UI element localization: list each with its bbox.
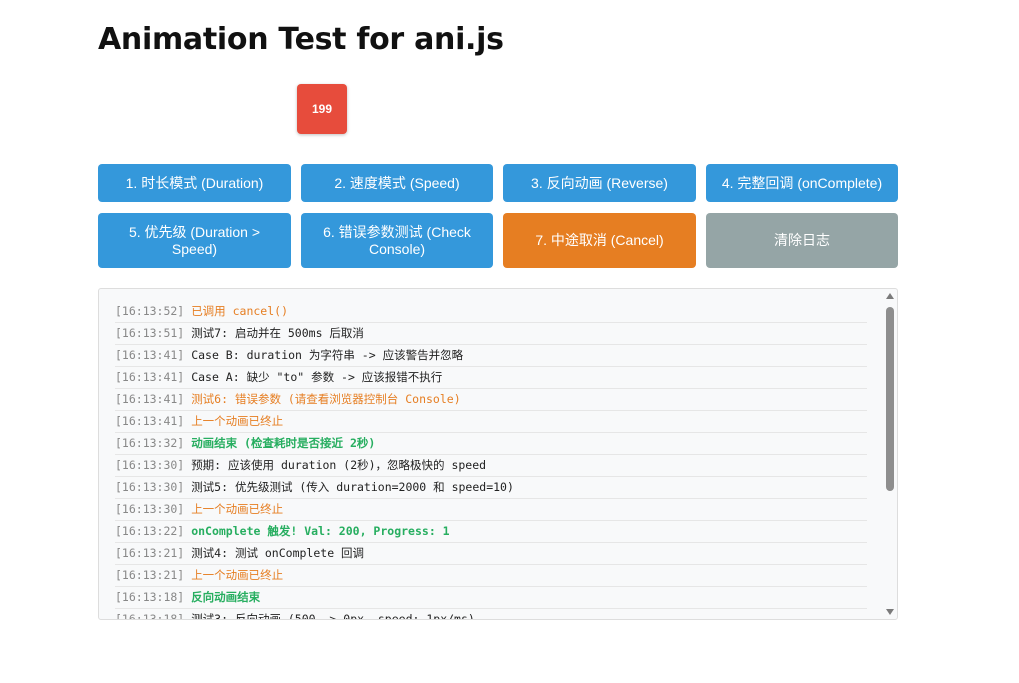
log-timestamp: [16:13:41] (115, 348, 185, 362)
speed-mode-button[interactable]: 2. 速度模式 (Speed) (301, 164, 493, 202)
log-message: 测试4: 测试 onComplete 回调 (191, 546, 365, 560)
log-message: 上一个动画已终止 (191, 568, 284, 582)
log-timestamp: [16:13:41] (115, 392, 185, 406)
log-timestamp: [16:13:30] (115, 458, 185, 472)
log-message: 已调用 cancel() (191, 304, 288, 318)
log-scrollbar[interactable] (883, 289, 897, 619)
log-entry: [16:13:41] 测试6: 错误参数 (请查看浏览器控制台 Console) (115, 389, 867, 411)
scroll-down-arrow-icon[interactable] (886, 609, 894, 615)
cancel-midway-button[interactable]: 7. 中途取消 (Cancel) (503, 213, 696, 268)
log-message: 预期: 应该使用 duration (2秒)，忽略极快的 speed (191, 458, 487, 472)
reverse-animation-button[interactable]: 3. 反向动画 (Reverse) (503, 164, 696, 202)
log-message: 测试5: 优先级测试 (传入 duration=2000 和 speed=10) (191, 480, 514, 494)
log-message: 上一个动画已终止 (191, 414, 284, 428)
log-timestamp: [16:13:30] (115, 480, 185, 494)
page-title: Animation Test for ani.js (98, 22, 504, 57)
log-message: 反向动画结束 (191, 590, 261, 604)
log-entry: [16:13:21] 上一个动画已终止 (115, 565, 867, 587)
log-entry: [16:13:32] 动画结束 (检查耗时是否接近 2秒) (115, 433, 867, 455)
log-entry: [16:13:18] 反向动画结束 (115, 587, 867, 609)
scroll-thumb[interactable] (886, 307, 894, 491)
log-entry: [16:13:21] 测试4: 测试 onComplete 回调 (115, 543, 867, 565)
log-entry: [16:13:41] 上一个动画已终止 (115, 411, 867, 433)
log-entry: [16:13:52] 已调用 cancel() (115, 301, 867, 323)
log-panel: [16:13:52] 已调用 cancel() [16:13:51] 测试7: 启… (98, 288, 898, 620)
log-timestamp: [16:13:21] (115, 546, 185, 560)
button-grid: 1. 时长模式 (Duration) 2. 速度模式 (Speed) 3. 反向… (98, 164, 898, 268)
log-message: 测试6: 错误参数 (请查看浏览器控制台 Console) (191, 392, 461, 406)
log-entry: [16:13:41] Case A: 缺少 "to" 参数 -> 应该报错不执行 (115, 367, 867, 389)
scroll-up-arrow-icon[interactable] (886, 293, 894, 299)
log-timestamp: [16:13:22] (115, 524, 185, 538)
log-timestamp: [16:13:52] (115, 304, 185, 318)
log-entry: [16:13:30] 测试5: 优先级测试 (传入 duration=2000 … (115, 477, 867, 499)
log-message: 测试3: 反向动画 (500 -> 0px, speed: 1px/ms) (191, 612, 475, 620)
log-message: 测试7: 启动并在 500ms 后取消 (191, 326, 364, 340)
log-entry: [16:13:30] 预期: 应该使用 duration (2秒)，忽略极快的 … (115, 455, 867, 477)
log-message: onComplete 触发! Val: 200, Progress: 1 (191, 524, 450, 538)
log-message: 上一个动画已终止 (191, 502, 284, 516)
log-entry: [16:13:22] onComplete 触发! Val: 200, Prog… (115, 521, 867, 543)
log-timestamp: [16:13:18] (115, 590, 185, 604)
log-timestamp: [16:13:32] (115, 436, 185, 450)
priority-test-button[interactable]: 5. 优先级 (Duration > Speed) (98, 213, 291, 268)
log-message: Case A: 缺少 "to" 参数 -> 应该报错不执行 (191, 370, 443, 384)
duration-mode-button[interactable]: 1. 时长模式 (Duration) (98, 164, 291, 202)
log-message: 动画结束 (检查耗时是否接近 2秒) (191, 436, 376, 450)
log-timestamp: [16:13:51] (115, 326, 185, 340)
log-entry: [16:13:30] 上一个动画已终止 (115, 499, 867, 521)
clear-log-button[interactable]: 清除日志 (706, 213, 898, 268)
log-timestamp: [16:13:21] (115, 568, 185, 582)
log-timestamp: [16:13:30] (115, 502, 185, 516)
log-list: [16:13:52] 已调用 cancel() [16:13:51] 测试7: 启… (115, 301, 867, 620)
log-timestamp: [16:13:18] (115, 612, 185, 620)
animated-box: 199 (297, 84, 347, 134)
log-entry: [16:13:41] Case B: duration 为字符串 -> 应该警告… (115, 345, 867, 367)
log-entry: [16:13:51] 测试7: 启动并在 500ms 后取消 (115, 323, 867, 345)
log-timestamp: [16:13:41] (115, 414, 185, 428)
log-entry: [16:13:18] 测试3: 反向动画 (500 -> 0px, speed:… (115, 609, 867, 620)
oncomplete-callback-button[interactable]: 4. 完整回调 (onComplete) (706, 164, 898, 202)
error-params-test-button[interactable]: 6. 错误参数测试 (Check Console) (301, 213, 493, 268)
log-timestamp: [16:13:41] (115, 370, 185, 384)
log-message: Case B: duration 为字符串 -> 应该警告并忽略 (191, 348, 464, 362)
